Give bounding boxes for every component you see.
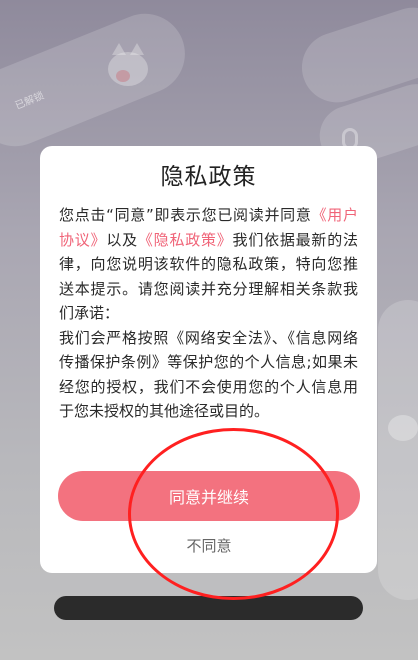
background-card [0, 1, 197, 159]
yarn-ball-icon [116, 70, 130, 82]
dialog-title: 隐私政策 [160, 164, 257, 190]
cat-icon [388, 415, 418, 441]
dialog-paragraph-1: 您点击“同意”即表示您已阅读并同意《用户协议》以及《隐私政策》我们依据最新的法律… [59, 203, 358, 326]
privacy-dialog: 隐私政策 您点击“同意”即表示您已阅读并同意《用户协议》以及《隐私政策》我们依据… [40, 146, 377, 573]
cat-icon [108, 52, 148, 86]
disagree-button[interactable]: 不同意 [158, 529, 260, 561]
privacy-policy-link[interactable]: 《隐私政策》 [138, 231, 233, 249]
bottom-bar [54, 596, 363, 620]
background-card [378, 300, 418, 600]
body-text: 您点击“同意”即表示您已阅读并同意 [59, 206, 312, 224]
agree-continue-button[interactable]: 同意并继续 [58, 471, 360, 521]
body-text: 以及 [106, 230, 138, 249]
dialog-body: 您点击“同意”即表示您已阅读并同意《用户协议》以及《隐私政策》我们依据最新的法律… [59, 203, 358, 424]
dialog-paragraph-2: 我们会严格按照《网络安全法》、《信息网络传播保护条例》等保护您的个人信息;如果未… [59, 328, 358, 421]
